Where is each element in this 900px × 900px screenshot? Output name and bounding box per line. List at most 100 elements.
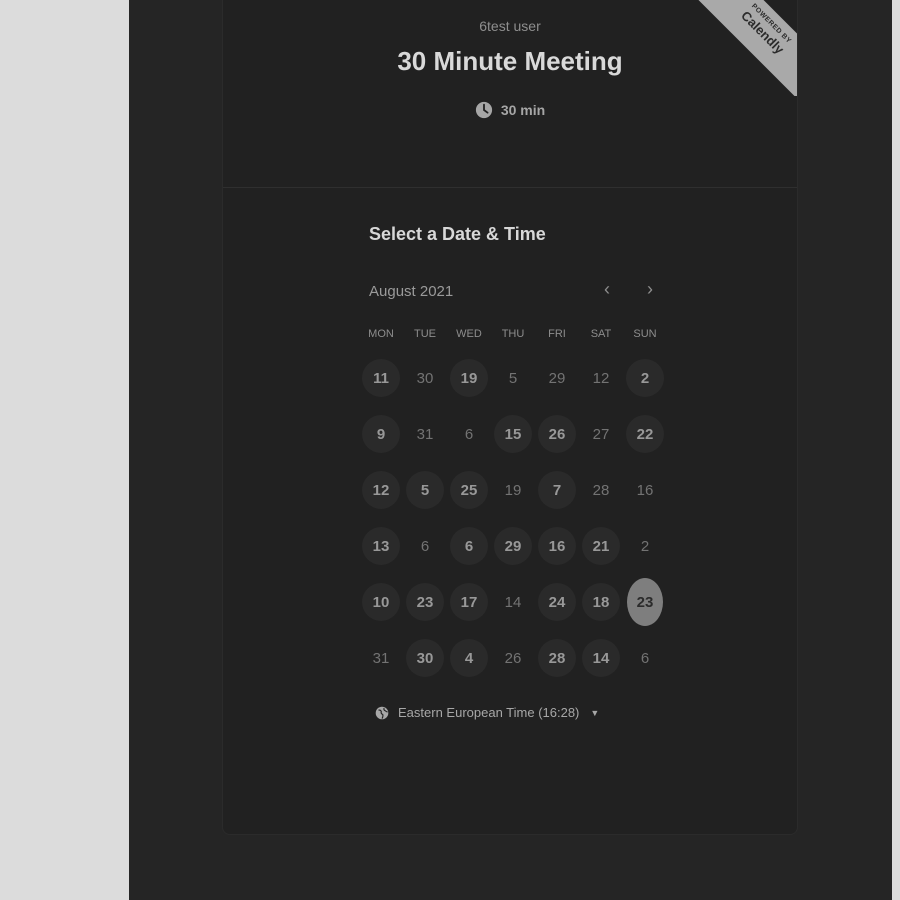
- weekday-label: THU: [501, 328, 525, 340]
- day-cell-available[interactable]: 5: [403, 462, 447, 518]
- powered-by-text: POWERED BY: [749, 2, 793, 46]
- day-number: 25: [450, 471, 488, 509]
- day-cell: 16: [623, 462, 667, 518]
- next-month-button[interactable]: ›: [636, 275, 664, 303]
- day-cell: 19: [491, 462, 535, 518]
- event-duration: 30 min: [223, 101, 797, 119]
- day-cell: 26: [491, 630, 535, 686]
- section-title: Select a Date & Time: [369, 224, 546, 244]
- day-cell: 31: [359, 630, 403, 686]
- day-number: 29: [494, 527, 532, 565]
- day-cell-available[interactable]: 14: [579, 630, 623, 686]
- day-number: 10: [362, 583, 400, 621]
- day-number: 29: [548, 369, 566, 387]
- day-cell: 12: [579, 350, 623, 406]
- day-number: 11: [362, 359, 400, 397]
- day-number: 22: [626, 415, 664, 453]
- day-number: 27: [592, 425, 610, 443]
- day-cell-available[interactable]: 17: [447, 574, 491, 630]
- day-cell-available[interactable]: 12: [359, 462, 403, 518]
- weekday-label: FRI: [548, 328, 566, 340]
- chevron-right-icon: ›: [647, 278, 653, 299]
- day-number: 24: [538, 583, 576, 621]
- day-cell-available[interactable]: 2: [623, 350, 667, 406]
- day-cell: 29: [535, 350, 579, 406]
- day-number: 30: [406, 639, 444, 677]
- day-cell: 6: [403, 518, 447, 574]
- day-number: 4: [450, 639, 488, 677]
- day-number: 17: [450, 583, 488, 621]
- day-number: 26: [538, 415, 576, 453]
- booking-card: 6test user 30 Minute Meeting 30 min POWE…: [222, 0, 798, 835]
- day-cell-available[interactable]: 21: [579, 518, 623, 574]
- day-cell-available[interactable]: 6: [447, 518, 491, 574]
- day-cell-available[interactable]: 7: [535, 462, 579, 518]
- day-cell-available[interactable]: 22: [623, 406, 667, 462]
- day-cell-available[interactable]: 9: [359, 406, 403, 462]
- day-cell-available[interactable]: 16: [535, 518, 579, 574]
- day-number: 15: [494, 415, 532, 453]
- day-number: 30: [416, 369, 434, 387]
- day-number: 5: [508, 369, 518, 387]
- day-number: 21: [582, 527, 620, 565]
- day-number: 5: [406, 471, 444, 509]
- day-number: 28: [538, 639, 576, 677]
- day-number: 14: [504, 593, 522, 611]
- day-cell-available[interactable]: 10: [359, 574, 403, 630]
- day-number: 14: [582, 639, 620, 677]
- day-cell-available[interactable]: 13: [359, 518, 403, 574]
- day-number: 12: [362, 471, 400, 509]
- chevron-left-icon: ‹: [604, 278, 610, 299]
- day-number: 18: [582, 583, 620, 621]
- day-cell-available[interactable]: 28: [535, 630, 579, 686]
- day-cell: 28: [579, 462, 623, 518]
- day-number: 6: [450, 527, 488, 565]
- day-number: 23: [627, 578, 663, 626]
- day-cell-available[interactable]: 25: [447, 462, 491, 518]
- day-cell-available[interactable]: 11: [359, 350, 403, 406]
- day-number: 2: [626, 359, 664, 397]
- day-number: 31: [372, 649, 390, 667]
- weekday-label: TUE: [414, 328, 436, 340]
- weekday-label: SAT: [590, 328, 612, 340]
- day-number: 19: [504, 481, 522, 499]
- day-number: 16: [636, 481, 654, 499]
- powered-by-ribbon[interactable]: POWERED BY Calendly: [691, 0, 797, 96]
- weekday-label: SUN: [633, 328, 657, 340]
- day-cell-available[interactable]: 18: [579, 574, 623, 630]
- day-cell-available[interactable]: 4: [447, 630, 491, 686]
- day-cell-available[interactable]: 29: [491, 518, 535, 574]
- day-number: 9: [362, 415, 400, 453]
- globe-icon: [375, 706, 389, 719]
- timezone-selector[interactable]: Eastern European Time (16:28) ▼: [375, 705, 599, 720]
- day-cell-available[interactable]: 19: [447, 350, 491, 406]
- timezone-label: Eastern European Time (16:28): [398, 705, 580, 720]
- day-number: 23: [406, 583, 444, 621]
- clock-icon: [475, 101, 492, 119]
- day-cell-available[interactable]: 30: [403, 630, 447, 686]
- day-cell-selected[interactable]: 23: [623, 574, 667, 630]
- day-number: 28: [592, 481, 610, 499]
- weekday-label: MON: [368, 328, 394, 340]
- day-number: 7: [538, 471, 576, 509]
- day-cell-available[interactable]: 24: [535, 574, 579, 630]
- day-cell: 2: [623, 518, 667, 574]
- weekday-header: MON TUE WED THU FRI SAT SUN: [359, 328, 669, 340]
- day-number: 13: [362, 527, 400, 565]
- day-cell: 5: [491, 350, 535, 406]
- caret-down-icon: ▼: [590, 707, 600, 718]
- day-cell-available[interactable]: 15: [491, 406, 535, 462]
- previous-month-button[interactable]: ‹: [593, 275, 621, 303]
- calendly-brand: Calendly: [738, 7, 788, 57]
- month-label: August 2021: [369, 283, 454, 300]
- day-number: 6: [420, 537, 430, 555]
- day-number: 6: [464, 425, 474, 443]
- page-background: 6test user 30 Minute Meeting 30 min POWE…: [129, 0, 892, 900]
- event-header: 6test user 30 Minute Meeting 30 min POWE…: [223, 0, 797, 188]
- day-cell: 6: [623, 630, 667, 686]
- weekday-label: WED: [456, 328, 482, 340]
- day-cell-available[interactable]: 23: [403, 574, 447, 630]
- day-cell-available[interactable]: 26: [535, 406, 579, 462]
- day-number: 16: [538, 527, 576, 565]
- duration-label: 30 min: [500, 102, 546, 118]
